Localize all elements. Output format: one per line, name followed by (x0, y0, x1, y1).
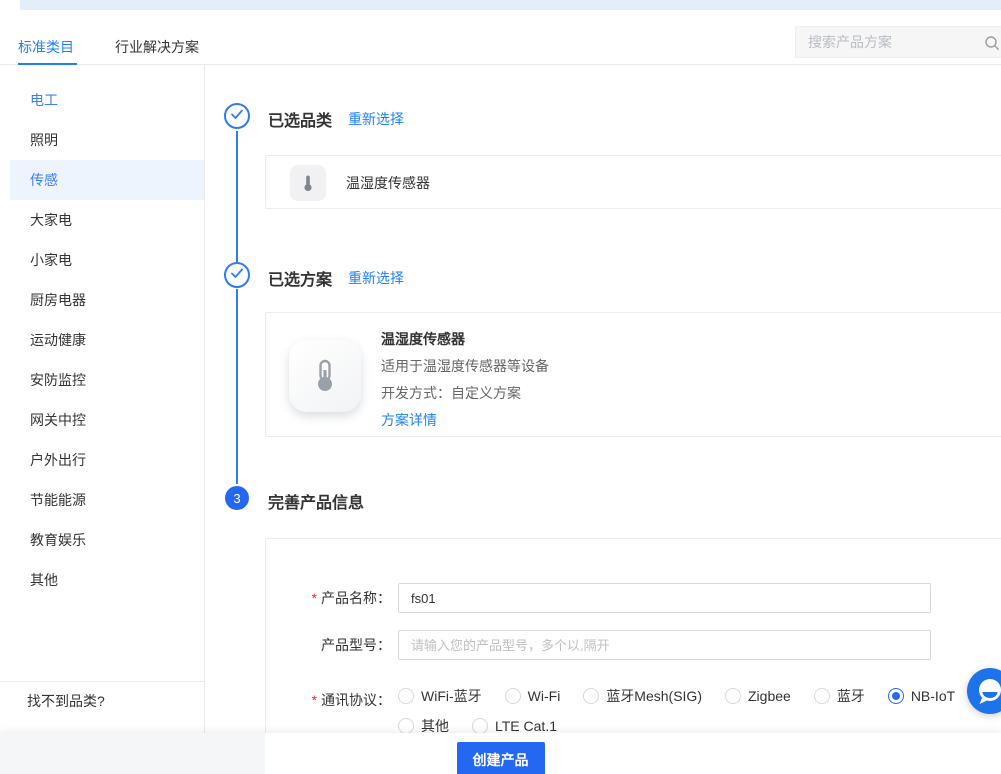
step-connector-line (236, 131, 238, 262)
step2-check-circle (224, 262, 250, 288)
sidebar-item-electrician[interactable]: 电工 (0, 80, 204, 120)
create-product-button[interactable]: 创建产品 (457, 742, 545, 774)
sidebar-item-kitchen[interactable]: 厨房电器 (0, 280, 204, 320)
solution-dev-mode: 开发方式：自定义方案 (381, 383, 549, 403)
radio-wifi[interactable]: Wi-Fi (505, 688, 561, 704)
radio-zigbee[interactable]: Zigbee (725, 688, 791, 704)
chat-bubble-icon[interactable] (967, 668, 1001, 714)
thermometer-icon (290, 165, 326, 201)
sidebar-item-lighting[interactable]: 照明 (0, 120, 204, 160)
step1-header: 已选品类 重新选择 (268, 107, 404, 131)
footer-left-background (0, 733, 265, 774)
category-list: 电工 照明 传感 大家电 小家电 厨房电器 运动健康 安防监控 网关中控 户外出… (0, 65, 204, 600)
step1-title: 已选品类 (268, 107, 332, 131)
product-model-row: 产品型号： (266, 630, 1001, 660)
search-input[interactable] (796, 27, 1001, 57)
sidebar-item-small-appliance[interactable]: 小家电 (0, 240, 204, 280)
product-name-row: *产品名称： (266, 583, 1001, 613)
radio-wifi-bt[interactable]: WiFi-蓝牙 (398, 686, 482, 706)
sidebar-item-education[interactable]: 教育娱乐 (0, 520, 204, 560)
main-content: 已选品类 重新选择 温湿度传感器 已选方案 重新选择 (206, 65, 1001, 733)
product-name-input[interactable] (398, 583, 931, 613)
tab-standard-category[interactable]: 标准类目 (18, 37, 74, 57)
step2-reselect-link[interactable]: 重新选择 (348, 268, 404, 288)
check-icon (226, 262, 248, 289)
step3-header: 完善产品信息 (268, 489, 364, 513)
protocol-row: *通讯协议： WiFi-蓝牙 Wi-Fi 蓝牙Mesh(SIG) Zigbee … (266, 685, 1001, 737)
page-footer: 创建产品 (0, 733, 1001, 774)
tab-industry-solution[interactable]: 行业解决方案 (115, 37, 199, 57)
selected-solution-card: 温湿度传感器 适用于温湿度传感器等设备 开发方式：自定义方案 方案详情 (265, 312, 1001, 437)
solution-description: 适用于温湿度传感器等设备 (381, 356, 549, 376)
required-asterisk: * (312, 590, 317, 606)
selected-category-name: 温湿度传感器 (346, 156, 430, 210)
required-asterisk: * (312, 692, 317, 708)
sidebar-divider (0, 681, 204, 682)
step1-reselect-link[interactable]: 重新选择 (348, 109, 404, 129)
product-model-label: 产品型号： (266, 630, 391, 660)
step-connector-line (236, 289, 238, 484)
product-info-form-card: *产品名称： 产品型号： *通讯协议： WiFi-蓝牙 Wi-Fi 蓝牙Mesh… (265, 538, 1001, 735)
check-icon (226, 103, 248, 130)
thermometer-icon (289, 340, 361, 412)
solution-info: 温湿度传感器 适用于温湿度传感器等设备 开发方式：自定义方案 方案详情 (381, 329, 549, 430)
product-name-label: *产品名称： (266, 583, 391, 613)
sidebar-item-outdoor[interactable]: 户外出行 (0, 440, 204, 480)
step1-check-circle (224, 103, 250, 129)
search-icon[interactable] (984, 35, 1000, 51)
selected-category-card: 温湿度传感器 (265, 155, 1001, 209)
solution-name: 温湿度传感器 (381, 329, 549, 349)
product-model-input[interactable] (398, 630, 931, 660)
header: 标准类目 行业解决方案 (0, 10, 1001, 65)
sidebar-item-health[interactable]: 运动健康 (0, 320, 204, 360)
cannot-find-category-link[interactable]: 找不到品类? (27, 691, 105, 711)
step3-number-circle: 3 (225, 486, 249, 510)
radio-bt-mesh[interactable]: 蓝牙Mesh(SIG) (583, 686, 702, 706)
sidebar-item-other[interactable]: 其他 (0, 560, 204, 600)
protocol-options-line1: WiFi-蓝牙 Wi-Fi 蓝牙Mesh(SIG) Zigbee 蓝牙 NB-I… (398, 685, 1001, 707)
sidebar-item-gateway[interactable]: 网关中控 (0, 400, 204, 440)
top-banner-strip (20, 0, 1001, 10)
category-sidebar: 电工 照明 传感 大家电 小家电 厨房电器 运动健康 安防监控 网关中控 户外出… (0, 65, 205, 733)
page: 标准类目 行业解决方案 电工 照明 传感 大家电 小家电 厨房电器 运动健康 安… (0, 0, 1001, 774)
solution-detail-link[interactable]: 方案详情 (381, 410, 549, 430)
sidebar-item-sensor[interactable]: 传感 (10, 160, 204, 200)
search-box (795, 26, 1001, 58)
sidebar-item-security[interactable]: 安防监控 (0, 360, 204, 400)
sidebar-item-energy[interactable]: 节能能源 (0, 480, 204, 520)
protocol-label: *通讯协议： (266, 685, 391, 715)
step3-title: 完善产品信息 (268, 489, 364, 513)
step2-title: 已选方案 (268, 266, 332, 290)
sidebar-item-large-appliance[interactable]: 大家电 (0, 200, 204, 240)
radio-lte-cat1[interactable]: LTE Cat.1 (472, 718, 557, 734)
radio-bluetooth[interactable]: 蓝牙 (814, 686, 865, 706)
step2-header: 已选方案 重新选择 (268, 266, 404, 290)
radio-nb-iot[interactable]: NB-IoT (888, 688, 955, 704)
